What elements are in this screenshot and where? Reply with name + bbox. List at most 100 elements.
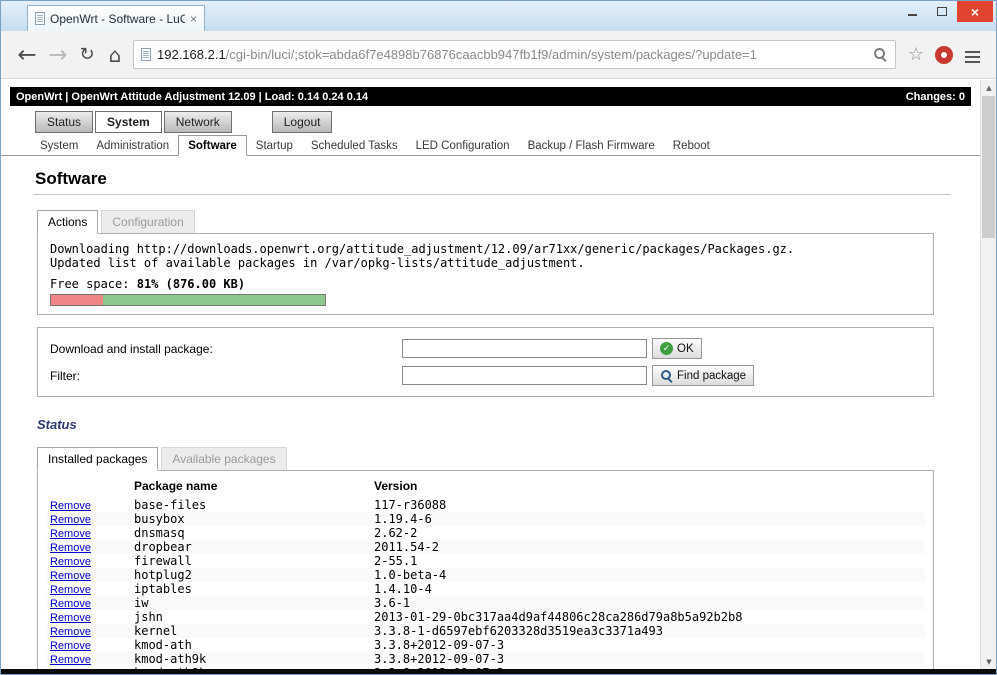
tab-close-icon[interactable]: × <box>190 13 197 25</box>
remove-cell: Remove <box>46 540 134 554</box>
scrollbar-thumb[interactable] <box>982 96 995 238</box>
maximize-button[interactable] <box>927 1 957 22</box>
sub-tab-administration[interactable]: Administration <box>87 136 178 155</box>
column-header-actions <box>46 475 134 498</box>
package-version: 3.3.8-1-d6597ebf6203328d3519ea3c3371a493 <box>374 624 925 638</box>
table-row: Remove kmod-ath9k 3.3.8+2012-09-07-3 <box>46 652 925 666</box>
tab-configuration[interactable]: Configuration <box>101 210 195 233</box>
remove-link[interactable]: Remove <box>46 500 91 512</box>
changes-badge[interactable]: Changes: 0 <box>906 91 965 103</box>
remove-cell: Remove <box>46 568 134 582</box>
remove-cell: Remove <box>46 652 134 666</box>
page-viewport: OpenWrt | OpenWrt Attitude Adjustment 12… <box>1 80 980 669</box>
sub-tab-led-configuration[interactable]: LED Configuration <box>407 136 519 155</box>
package-tabs: Installed packages Available packages <box>37 447 980 471</box>
remove-link[interactable]: Remove <box>46 556 91 568</box>
find-package-button[interactable]: Find package <box>652 365 755 386</box>
main-tab-network[interactable]: Network <box>163 111 232 133</box>
column-header-version: Version <box>374 479 418 493</box>
title-divider <box>33 194 951 195</box>
filter-input[interactable] <box>402 366 647 385</box>
package-actions-panel: Download and install package: ✓ OK Filte… <box>37 327 934 397</box>
hostname-text: OpenWrt | OpenWrt Attitude Adjustment 12… <box>16 90 369 103</box>
package-version: 2-55.1 <box>374 554 418 568</box>
back-icon[interactable]: ← <box>11 42 43 68</box>
table-row: Remove iw 3.6-1 <box>46 596 925 610</box>
close-button[interactable]: × <box>957 1 993 22</box>
sub-tab-backup-flash-firmware[interactable]: Backup / Flash Firmware <box>519 136 664 155</box>
remove-link[interactable]: Remove <box>46 612 91 624</box>
find-search-icon <box>660 369 673 382</box>
remove-link[interactable]: Remove <box>46 584 91 596</box>
url-text[interactable]: 192.168.2.1/cgi-bin/luci/;stok=abda6f7e4… <box>157 47 867 62</box>
ok-button[interactable]: ✓ OK <box>652 338 702 359</box>
minimize-button[interactable] <box>897 1 927 22</box>
remove-link[interactable]: Remove <box>46 640 91 652</box>
package-name: kmod-ath <box>134 638 192 652</box>
log-line-2: Updated list of available packages in /v… <box>50 256 585 270</box>
sub-tab-reboot[interactable]: Reboot <box>664 136 719 155</box>
main-tab-system[interactable]: System <box>95 111 162 133</box>
table-row: Remove kmod-ath 3.3.8+2012-09-07-3 <box>46 638 925 652</box>
package-table-body: Remove base-files 117-r36088 Remove busybox 1… <box>46 498 925 669</box>
remove-link[interactable]: Remove <box>46 654 91 666</box>
titlebar: OpenWrt - Software - LuC × × <box>1 1 996 31</box>
maximize-icon <box>937 7 947 16</box>
remove-cell: Remove <box>46 512 134 526</box>
browser-tab[interactable]: OpenWrt - Software - LuC × <box>27 5 205 31</box>
remove-link[interactable]: Remove <box>46 514 91 526</box>
filter-label: Filter: <box>50 368 80 383</box>
bookmark-star-icon[interactable]: ☆ <box>903 44 929 65</box>
sub-tab-system[interactable]: System <box>31 136 87 155</box>
tab-available-packages[interactable]: Available packages <box>161 447 287 470</box>
forward-icon[interactable]: → <box>43 42 73 68</box>
packages-table: Package name Version Remove base-files 117… <box>46 475 925 669</box>
scroll-up-icon[interactable]: ▲ <box>981 80 996 95</box>
package-name: hotplug2 <box>134 568 374 582</box>
package-version: 1.0-beta-4 <box>374 568 925 582</box>
installed-packages-panel: Package name Version Remove base-files 117… <box>37 470 934 669</box>
tab-actions[interactable]: Actions <box>37 210 99 234</box>
progress-used <box>51 295 104 305</box>
search-icon[interactable] <box>873 47 888 62</box>
remove-cell: Remove <box>46 498 134 512</box>
menu-icon[interactable] <box>965 50 980 53</box>
sub-tab-software[interactable]: Software <box>178 135 247 156</box>
table-row: Remove base-files 117-r36088 <box>46 498 925 512</box>
package-version: 3.6-1 <box>374 596 925 610</box>
remove-link[interactable]: Remove <box>46 570 91 582</box>
minimize-icon <box>907 14 917 16</box>
package-name: iptables <box>134 582 192 596</box>
package-name: kmod-ath9k <box>134 652 374 666</box>
free-space-value: 81% (876.00 KB) <box>136 277 246 291</box>
package-url-input[interactable] <box>402 339 647 358</box>
browser-window: OpenWrt - Software - LuC × × ← → ↻ ⌂ 192… <box>0 0 997 675</box>
taskbar-edge <box>1 669 996 674</box>
main-tab-logout[interactable]: Logout <box>271 111 333 133</box>
package-version: 3.3.8+2012-09-07-3 <box>374 652 925 666</box>
remove-cell: Remove <box>46 610 134 624</box>
remove-link[interactable]: Remove <box>46 542 91 554</box>
home-icon[interactable]: ⌂ <box>101 43 129 67</box>
remove-link[interactable]: Remove <box>46 598 91 610</box>
tab-title: OpenWrt - Software - LuC <box>50 11 185 26</box>
page-scrollbar[interactable]: ▲ ▼ <box>980 80 996 669</box>
package-version: 3.3.8+2012-09-07-3 <box>374 638 505 652</box>
sub-tab-startup[interactable]: Startup <box>247 136 302 155</box>
install-label: Download and install package: <box>50 341 213 356</box>
scroll-down-icon[interactable]: ▼ <box>981 654 996 669</box>
address-bar[interactable]: 192.168.2.1/cgi-bin/luci/;stok=abda6f7e4… <box>133 40 896 69</box>
sub-tab-scheduled-tasks[interactable]: Scheduled Tasks <box>302 136 407 155</box>
main-tab-status[interactable]: Status <box>35 111 94 133</box>
remove-cell: Remove <box>46 596 134 610</box>
tab-installed-packages[interactable]: Installed packages <box>37 447 159 471</box>
remove-link[interactable]: Remove <box>46 626 91 638</box>
find-package-label: Find package <box>677 369 747 382</box>
package-name: jshn <box>134 610 163 624</box>
remove-link[interactable]: Remove <box>46 528 91 540</box>
addon-icon[interactable] <box>935 45 953 64</box>
ok-button-label: OK <box>677 342 694 355</box>
refresh-icon[interactable]: ↻ <box>73 44 101 65</box>
package-name: dropbear <box>134 540 374 554</box>
table-row: Remove dropbear 2011.54-2 <box>46 540 925 554</box>
